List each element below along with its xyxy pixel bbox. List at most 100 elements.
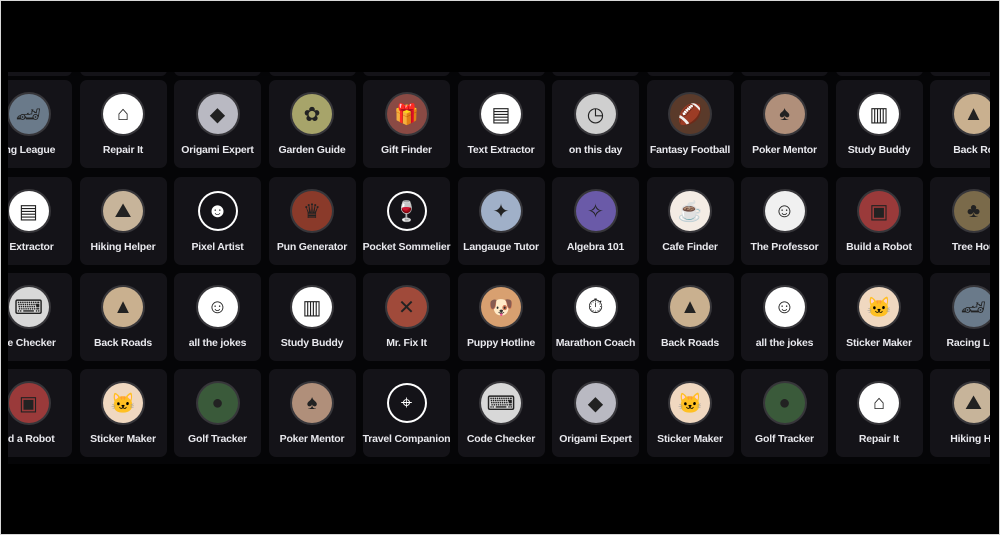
gpt-tile[interactable]: ▣ ild a Robot xyxy=(8,369,72,457)
cat-icon: 🐱 xyxy=(859,287,899,327)
cards-hand-icon: ♠ xyxy=(764,94,805,134)
gpt-tile[interactable]: ⏱ Marathon Coach xyxy=(552,273,639,361)
gpt-tile[interactable]: ⌨ Code Checker xyxy=(457,369,545,457)
football-icon: 🏈 xyxy=(670,94,710,134)
gpt-tile-label: Golf Tracker xyxy=(188,433,247,445)
gpt-tile[interactable]: ♣ Tree Hou xyxy=(930,177,990,265)
gpt-tile[interactable]: ♠ Poker Mentor xyxy=(741,80,828,168)
mountain-road-icon: ▲ xyxy=(670,287,710,327)
gpt-tile-label: Back Roads xyxy=(93,337,153,349)
hiking-boot-icon: ⛰ xyxy=(953,383,990,423)
gpt-tile-label: Sticker Maker xyxy=(846,337,912,349)
book-icon: ▥ xyxy=(859,94,899,134)
gpt-tile-label: Hiking He xyxy=(950,433,990,445)
gpt-tile-label: Text Extractor xyxy=(467,144,535,156)
gpt-tile[interactable]: 🐶 Puppy Hotline xyxy=(457,273,545,361)
gpt-tile[interactable]: ✧ Algebra 101 xyxy=(552,177,639,265)
gpt-tile[interactable]: 🍷 Pocket Sommelier xyxy=(363,177,451,265)
gpt-tile[interactable]: ⌨ de Checker xyxy=(8,273,72,361)
code-book-icon: ⌨ xyxy=(8,287,49,327)
gpt-tile-label: Pocket Sommelier xyxy=(362,241,451,253)
gpt-tile[interactable]: 🐱 Sticker Maker xyxy=(835,273,923,361)
gpt-tile[interactable]: ⛰ Hiking He xyxy=(930,369,990,457)
gpt-tile[interactable]: ▤ t Extractor xyxy=(8,177,72,265)
gpt-tile-label: Poker Mentor xyxy=(752,144,817,156)
gpt-tile-label: Code Checker xyxy=(466,433,536,445)
gpt-tile[interactable]: 🏈 Fantasy Football xyxy=(646,80,734,168)
gpt-tile[interactable]: ☺ all the jokes xyxy=(174,273,261,361)
gpt-tile[interactable]: ◷ on this day xyxy=(552,80,639,168)
gpt-tile[interactable]: ⛰ Hiking Helper xyxy=(79,177,167,265)
gpt-tile-partial xyxy=(268,72,356,76)
gpt-tile-partial xyxy=(457,72,545,76)
gpt-tile[interactable]: 🐱 Sticker Maker xyxy=(79,369,167,457)
jester-icon: ♛ xyxy=(292,191,332,231)
gpt-tile-label: Back Ro xyxy=(953,144,990,156)
gpt-tile[interactable]: ✿ Garden Guide xyxy=(268,80,356,168)
gpt-tile[interactable]: ◆ Origami Expert xyxy=(552,369,639,457)
smiley-icon: ☻ xyxy=(197,191,238,231)
gpt-tile-partial xyxy=(741,72,828,76)
mountain-road-icon: ▲ xyxy=(103,287,143,327)
gpt-tile-label: Cafe Finder xyxy=(662,241,718,253)
gpt-tile[interactable]: ✦ Langauge Tutor xyxy=(457,177,545,265)
comedian-icon: ☺ xyxy=(764,287,805,327)
gpt-tile[interactable]: ● Golf Tracker xyxy=(741,369,828,457)
gpt-tile[interactable]: ♠ Poker Mentor xyxy=(268,369,356,457)
gpt-tile[interactable]: ▥ Study Buddy xyxy=(268,273,356,361)
gpt-tile[interactable]: ● Golf Tracker xyxy=(174,369,261,457)
race-car-icon: 🏎 xyxy=(8,94,49,134)
cat-icon: 🐱 xyxy=(103,383,143,423)
gpt-tile-label: on this day xyxy=(568,144,623,156)
clock-book-icon: ◷ xyxy=(575,94,616,134)
gift-icon: 🎁 xyxy=(386,94,427,134)
gpt-tile-label: Langauge Tutor xyxy=(463,241,539,253)
cards-hand-icon: ♠ xyxy=(292,383,332,423)
gpt-tile[interactable]: ⌂ Repair It xyxy=(835,369,923,457)
gpt-tile-label: Puppy Hotline xyxy=(467,337,535,349)
gpt-tile[interactable]: 🎁 Gift Finder xyxy=(363,80,450,168)
gpt-tile-label: Garden Guide xyxy=(278,144,346,156)
gpt-tile[interactable]: ◆ Origami Expert xyxy=(174,80,261,168)
gpt-tile[interactable]: ⌖ Travel Companion xyxy=(363,369,451,457)
gpt-tile[interactable]: 🏎 Racing Lea xyxy=(930,273,990,361)
gpt-tile-label: Origami Expert xyxy=(559,433,632,445)
gpt-tile[interactable]: ☺ all the jokes xyxy=(741,273,828,361)
wizard-icon: ✧ xyxy=(575,191,616,231)
stained-glass-icon: ✦ xyxy=(481,191,521,231)
gpt-tile[interactable]: ▲ Back Roads xyxy=(79,273,167,361)
gpt-tile[interactable]: ⌂ Repair It xyxy=(79,80,167,168)
house-tools-icon: ⌂ xyxy=(859,383,899,423)
gpt-tile[interactable]: ▲ Back Roads xyxy=(646,273,734,361)
gpt-tile[interactable]: ▲ Back Ro xyxy=(930,80,990,168)
gpt-tile[interactable]: 🐱 Sticker Maker xyxy=(646,369,734,457)
gpt-tile-label: Mr. Fix It xyxy=(386,337,427,349)
gpt-tile[interactable]: ✕ Mr. Fix It xyxy=(363,273,450,361)
gpt-tile-label: de Checker xyxy=(8,337,56,349)
gpt-tile-label: Tree Hou xyxy=(951,241,990,253)
robot-icon: ▣ xyxy=(859,191,899,231)
gpt-tile-label: Repair It xyxy=(102,144,144,156)
wine-glass-icon: 🍷 xyxy=(386,191,427,231)
gpt-tile[interactable]: ☻ Pixel Artist xyxy=(174,177,261,265)
gpt-tile-label: Study Buddy xyxy=(280,337,344,349)
gpt-tile-partial xyxy=(646,72,734,76)
gpt-tile-label: Hiking Helper xyxy=(90,241,156,253)
plant-icon: ✿ xyxy=(292,94,332,134)
gpt-tile[interactable]: ▤ Text Extractor xyxy=(457,80,545,168)
gpt-tile[interactable]: ♛ Pun Generator xyxy=(268,177,356,265)
gpt-tile-label: all the jokes xyxy=(188,337,247,349)
gpt-tile-partial xyxy=(79,72,167,76)
document-icon: ▤ xyxy=(481,94,521,134)
gpt-tile-label: Golf Tracker xyxy=(755,433,814,445)
gpt-tile[interactable]: ☕ Cafe Finder xyxy=(646,177,734,265)
hiking-boot-icon: ⛰ xyxy=(103,191,143,231)
gpt-tile[interactable]: 🏎 ing League xyxy=(8,80,72,168)
gpt-tile-label: Pixel Artist xyxy=(191,241,244,253)
gpt-tile[interactable]: ▣ Build a Robot xyxy=(835,177,923,265)
gpt-tile-partial xyxy=(552,72,639,76)
gpt-tile-label: Build a Robot xyxy=(846,241,912,253)
gpt-tile[interactable]: ▥ Study Buddy xyxy=(835,80,923,168)
gpt-tile-label: ing League xyxy=(8,144,56,156)
gpt-tile[interactable]: ☺ The Professor xyxy=(741,177,828,265)
